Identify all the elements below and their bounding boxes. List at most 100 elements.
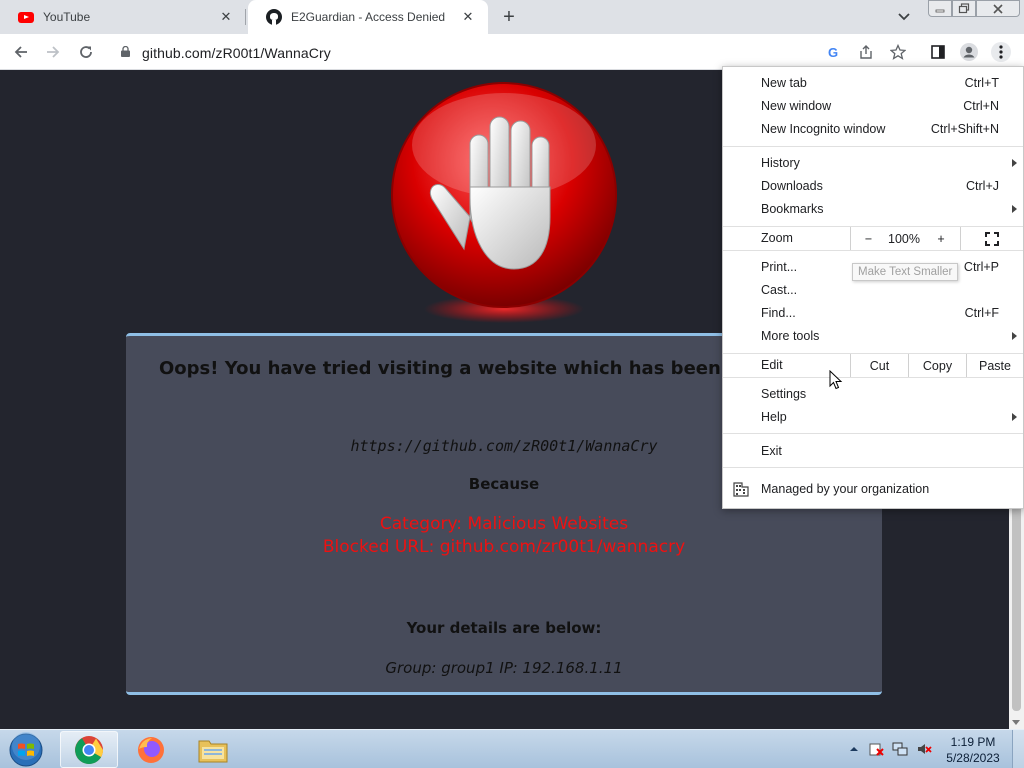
menu-item-label: Cast...	[761, 283, 798, 297]
copy-button[interactable]: Copy	[908, 354, 966, 377]
side-panel-icon[interactable]	[928, 42, 948, 62]
user-details: Group: group1 IP: 192.168.1.11	[385, 659, 623, 677]
scroll-down-icon[interactable]	[1012, 720, 1020, 725]
menu-item-downloads[interactable]: Downloads Ctrl+J	[723, 175, 1023, 198]
reload-icon[interactable]	[76, 42, 96, 62]
explorer-icon	[198, 740, 228, 762]
tab-strip: YouTube ✕ E2Guardian - Access Denied ✕ +	[0, 0, 1024, 34]
menu-zoom-row: Zoom − 100% +	[723, 227, 1023, 250]
block-category: Category: Malicious Websites	[379, 514, 629, 534]
managed-label: Managed by your organization	[761, 482, 930, 496]
block-reason: Blocked URL: github.com/zr00t1/wannacry	[322, 537, 686, 557]
menu-item-label: New window	[761, 99, 832, 113]
svg-text:G: G	[828, 45, 838, 60]
menu-item-new-incognito-window[interactable]: New Incognito window Ctrl+Shift+N	[723, 118, 1023, 141]
taskbar-firefox[interactable]	[122, 731, 180, 768]
menu-item-managed[interactable]: Managed by your organization	[723, 478, 1023, 501]
bookmark-star-icon[interactable]	[888, 42, 908, 62]
zoom-out-button[interactable]: −	[850, 227, 886, 250]
menu-item-label: History	[761, 156, 800, 170]
menu-item-label: Help	[761, 410, 787, 424]
tooltip: Make Text Smaller	[852, 263, 959, 281]
menu-item-new-window[interactable]: New window Ctrl+N	[723, 95, 1023, 118]
menu-item-label: Print...	[761, 260, 798, 274]
zoom-level: 100%	[886, 227, 922, 250]
start-button[interactable]	[2, 731, 50, 768]
back-icon[interactable]	[11, 42, 31, 62]
submenu-arrow-icon	[1012, 413, 1017, 421]
menu-item-more-tools[interactable]: More tools	[723, 325, 1023, 348]
details-heading: Your details are below:	[406, 619, 602, 637]
menu-item-shortcut: Ctrl+P	[963, 260, 999, 274]
zoom-value: 100%	[888, 231, 920, 246]
menu-item-new-tab[interactable]: New tab Ctrl+T	[723, 72, 1023, 95]
stop-hand-icon	[391, 82, 617, 323]
show-desktop-button[interactable]	[1012, 730, 1024, 768]
menu-item-exit[interactable]: Exit	[723, 440, 1023, 463]
tab-youtube[interactable]: YouTube ✕	[0, 0, 246, 34]
taskbar: 1:19 PM 5/28/2023	[0, 729, 1024, 768]
google-translate-icon[interactable]: G	[824, 42, 844, 62]
menu-item-find[interactable]: Find... Ctrl+F	[723, 302, 1023, 325]
fullscreen-button[interactable]	[960, 227, 1023, 250]
menu-item-label: Exit	[761, 444, 782, 458]
zoom-plus-icon: +	[937, 231, 945, 246]
copy-label: Copy	[922, 358, 953, 373]
taskbar-chrome[interactable]	[60, 731, 118, 768]
chrome-menu: New tab Ctrl+T New window Ctrl+N New Inc…	[722, 66, 1024, 509]
menu-item-shortcut: Ctrl+F	[964, 306, 999, 320]
menu-item-settings[interactable]: Settings	[723, 383, 1023, 406]
menu-item-label: New tab	[761, 76, 807, 90]
submenu-arrow-icon	[1012, 205, 1017, 213]
zoom-in-button[interactable]: +	[922, 227, 960, 250]
menu-item-history[interactable]: History	[723, 152, 1023, 175]
edit-label: Edit	[761, 358, 783, 372]
menu-item-help[interactable]: Help	[723, 406, 1023, 429]
tab-title: YouTube	[43, 10, 91, 24]
menu-item-label: Downloads	[761, 179, 823, 193]
chrome-menu-button[interactable]	[991, 42, 1011, 62]
close-window-button[interactable]	[976, 0, 1020, 17]
show-hidden-icons-icon[interactable]	[846, 741, 862, 757]
forward-icon[interactable]	[43, 42, 63, 62]
menu-separator	[723, 467, 1023, 468]
menu-separator	[723, 433, 1023, 434]
menu-item-shortcut: Ctrl+T	[964, 76, 999, 90]
zoom-minus-icon: −	[864, 231, 873, 246]
restore-button[interactable]	[952, 0, 976, 17]
menu-item-cast[interactable]: Cast...	[723, 279, 1023, 302]
menu-item-shortcut: Ctrl+Shift+N	[930, 122, 999, 136]
minimize-button[interactable]	[928, 0, 952, 17]
clock-time[interactable]: 1:19 PM	[940, 735, 1006, 749]
network-icon[interactable]	[892, 741, 908, 757]
paste-label: Paste	[979, 358, 1011, 373]
url-text[interactable]: github.com/zR00t1/WannaCry	[142, 45, 331, 61]
taskbar-explorer[interactable]	[184, 731, 242, 768]
menu-item-label: More tools	[761, 329, 820, 343]
close-tab-icon[interactable]: ✕	[460, 9, 476, 25]
address-bar[interactable]: github.com/zR00t1/WannaCry	[112, 38, 882, 66]
menu-item-label: New Incognito window	[761, 122, 886, 136]
lock-icon[interactable]	[121, 46, 130, 57]
chevron-down-icon[interactable]	[894, 9, 914, 25]
firefox-icon	[138, 736, 164, 763]
new-tab-button[interactable]: +	[498, 7, 520, 29]
share-icon[interactable]	[856, 42, 876, 62]
cut-label: Cut	[869, 358, 890, 373]
tab-e2guardian[interactable]: E2Guardian - Access Denied ✕	[248, 0, 488, 34]
menu-edit-row: Edit Cut Copy Paste	[723, 354, 1023, 377]
github-icon	[266, 9, 282, 25]
action-center-icon[interactable]	[868, 741, 884, 757]
volume-muted-icon[interactable]	[916, 741, 932, 757]
menu-item-bookmarks[interactable]: Bookmarks	[723, 198, 1023, 221]
close-tab-icon[interactable]: ✕	[218, 9, 234, 25]
cut-button[interactable]: Cut	[850, 354, 908, 377]
menu-item-shortcut: Ctrl+N	[963, 99, 999, 113]
browser-toolbar: github.com/zR00t1/WannaCry G	[0, 34, 1024, 70]
profile-icon[interactable]	[959, 42, 979, 62]
paste-button[interactable]: Paste	[966, 354, 1023, 377]
menu-item-label: Find...	[761, 306, 796, 320]
zoom-label: Zoom	[761, 231, 793, 245]
tab-title: E2Guardian - Access Denied	[291, 10, 446, 24]
clock-date[interactable]: 5/28/2023	[940, 751, 1006, 765]
